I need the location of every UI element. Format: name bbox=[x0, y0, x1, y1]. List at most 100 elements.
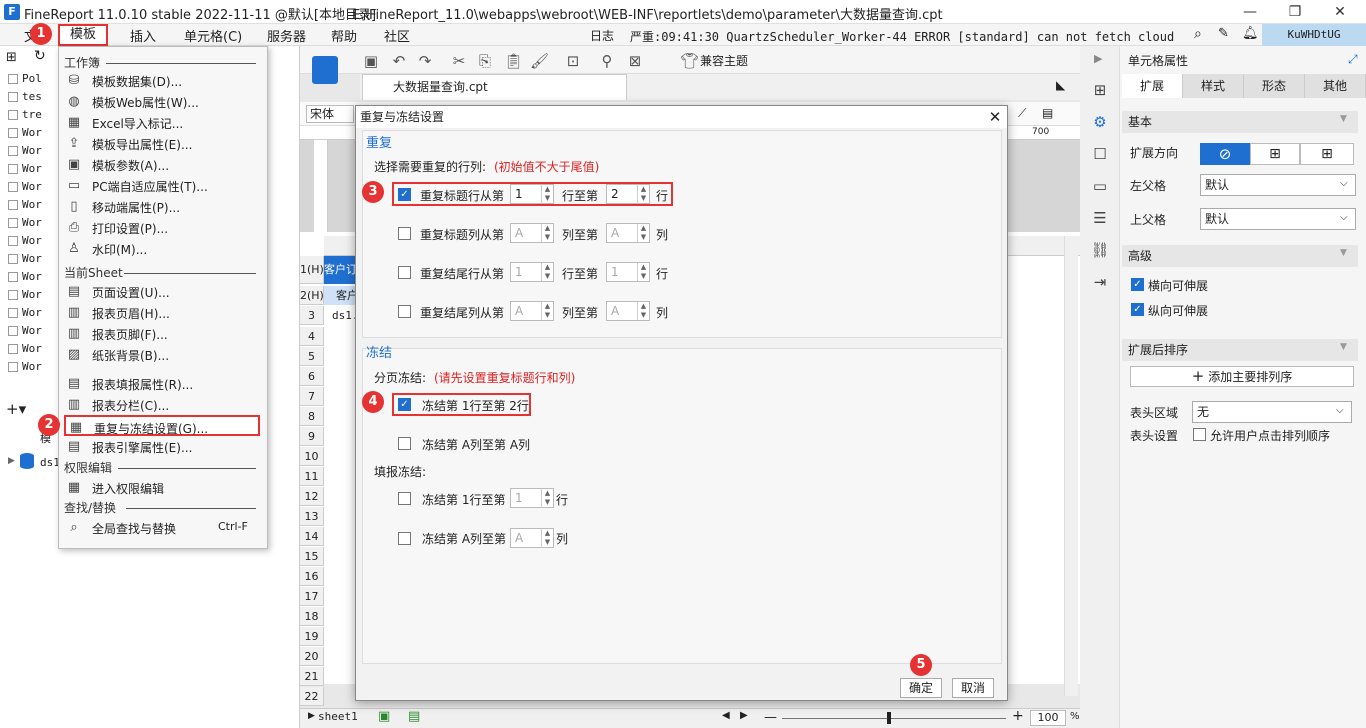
h-expand-checkbox[interactable]: ✓ bbox=[1131, 278, 1144, 291]
tree-item[interactable]: Wor bbox=[22, 234, 42, 247]
row-header[interactable]: 19 bbox=[300, 627, 324, 646]
tree-item[interactable]: Pol bbox=[22, 72, 42, 85]
cut-icon[interactable]: ✂ bbox=[450, 52, 468, 70]
font-name-select[interactable]: 宋体 bbox=[306, 105, 354, 123]
maximize-button[interactable]: ❐ bbox=[1275, 2, 1315, 22]
menu-item-sheet-7[interactable]: ▤ 报表引擎属性(E)... bbox=[64, 436, 260, 457]
menu-item-permission-edit[interactable]: ▦ 进入权限编辑 bbox=[64, 477, 260, 498]
dialog-close-icon[interactable]: ✕ bbox=[985, 107, 1005, 127]
tree-item[interactable]: tes bbox=[22, 90, 42, 103]
tree-item[interactable]: tre bbox=[22, 108, 42, 121]
freeze-col-checkbox[interactable] bbox=[398, 437, 411, 450]
cell-a2[interactable]: 客户 bbox=[324, 286, 358, 305]
menu-insert[interactable]: 插入 bbox=[130, 26, 156, 45]
repeat-from-input-0[interactable]: 1 ▲ ▼ bbox=[510, 184, 554, 204]
menu-item-workbook-8[interactable]: ♙ 水印(M)... bbox=[64, 238, 260, 259]
theme-icon[interactable]: 👕︎ bbox=[680, 52, 699, 70]
redo-icon[interactable]: ↷ bbox=[416, 52, 434, 70]
menu-item-sheet-4[interactable]: ▤ 报表填报属性(R)... bbox=[64, 373, 260, 394]
section-advanced[interactable]: 高级 bbox=[1122, 245, 1358, 267]
spinner-arrows-icon[interactable]: ▲ ▼ bbox=[541, 263, 553, 281]
repeat-from-input-2[interactable]: 1 ▲ ▼ bbox=[510, 262, 554, 282]
repeat-to-input-0[interactable]: 2 ▲ ▼ bbox=[606, 184, 650, 204]
menu-item-sheet-0[interactable]: ▤ 页面设置(U)... bbox=[64, 281, 260, 302]
repeat-checkbox-2[interactable] bbox=[398, 266, 411, 279]
cell-a3[interactable]: ds1. bbox=[324, 306, 358, 325]
zoom-slider[interactable] bbox=[782, 718, 1006, 719]
row-header[interactable]: 14 bbox=[300, 527, 324, 546]
menu-item-workbook-0[interactable]: ⛁ 模板数据集(D)... bbox=[64, 70, 260, 91]
left-parent-select[interactable]: 默认 bbox=[1200, 174, 1356, 196]
row-header[interactable]: 20 bbox=[300, 647, 324, 666]
minimize-button[interactable]: — bbox=[1230, 2, 1270, 22]
menu-item-sheet-6[interactable]: ▦ 重复与冻结设置(G)... bbox=[64, 415, 260, 436]
strike-icon[interactable]: ⟋ bbox=[1018, 106, 1026, 121]
spinner-arrows-icon[interactable]: ▲ ▼ bbox=[541, 185, 553, 203]
row-header[interactable]: 13 bbox=[300, 507, 324, 526]
tree-item[interactable]: Wor bbox=[22, 162, 42, 175]
fill-freeze-row-checkbox[interactable] bbox=[398, 492, 411, 505]
spinner-arrows-icon[interactable]: ▲ ▼ bbox=[541, 489, 553, 507]
zoom-value[interactable]: 100 bbox=[1030, 710, 1066, 726]
repeat-to-input-3[interactable]: A ▲ ▼ bbox=[606, 301, 650, 321]
bug-icon[interactable]: ⚲ bbox=[598, 52, 616, 70]
format-painter-icon[interactable]: 🖌︎ bbox=[530, 52, 549, 70]
menu-cell[interactable]: 单元格(C) bbox=[184, 26, 242, 45]
zoom-out-icon[interactable]: — bbox=[764, 710, 777, 725]
repeat-checkbox-0[interactable]: ✓ bbox=[398, 188, 411, 201]
row-header[interactable]: 9 bbox=[300, 427, 324, 446]
sheet-tab[interactable]: sheet1 bbox=[318, 710, 358, 723]
collapse-icon[interactable]: ▼ bbox=[1340, 114, 1347, 124]
user-account[interactable]: KuWHDtUG bbox=[1262, 24, 1366, 46]
menu-item-find-replace[interactable]: ⌕ 全局查找与替换 Ctrl-F bbox=[64, 517, 260, 538]
menu-item-sheet-5[interactable]: ▥ 报表分栏(C)... bbox=[64, 394, 260, 415]
row-header[interactable]: 2(H) bbox=[300, 286, 324, 305]
datasource-ds1[interactable]: ds1 bbox=[40, 456, 60, 469]
tab-other[interactable]: 其他 bbox=[1305, 74, 1366, 98]
ok-button[interactable]: 确定 bbox=[900, 678, 942, 698]
collapse-icon[interactable]: ▼ bbox=[1340, 248, 1347, 258]
row-header[interactable]: 1(H) bbox=[300, 256, 324, 284]
undo-icon[interactable]: ↶ bbox=[390, 52, 408, 70]
expand-arrow-icon[interactable]: ▶ bbox=[8, 456, 15, 466]
spinner-arrows-icon[interactable]: ▲ ▼ bbox=[637, 302, 649, 320]
repeat-to-input-1[interactable]: A ▲ ▼ bbox=[606, 223, 650, 243]
row-header[interactable]: 5 bbox=[300, 347, 324, 366]
tab-form[interactable]: 形态 bbox=[1244, 74, 1305, 98]
refresh-icon[interactable]: ↻ bbox=[34, 48, 46, 64]
scroll-left-icon[interactable]: ◀ bbox=[722, 710, 730, 721]
top-parent-select[interactable]: 默认 bbox=[1200, 208, 1356, 230]
v-expand-checkbox[interactable]: ✓ bbox=[1131, 303, 1144, 316]
cancel-button[interactable]: 取消 bbox=[952, 678, 994, 698]
edit-icon[interactable]: ✎ bbox=[1218, 26, 1229, 41]
preview-icon[interactable]: ⊡ bbox=[564, 52, 582, 70]
save-icon[interactable]: ▣ bbox=[362, 52, 380, 70]
widget-icon[interactable]: ▭ bbox=[1090, 176, 1110, 196]
row-header[interactable]: 11 bbox=[300, 467, 324, 486]
tree-item[interactable]: Wor bbox=[22, 252, 42, 265]
spinner-arrows-icon[interactable]: ▲ ▼ bbox=[637, 263, 649, 281]
menu-item-sheet-2[interactable]: ▥ 报表页脚(F)... bbox=[64, 323, 260, 344]
menu-item-workbook-7[interactable]: ⎙ 打印设置(P)... bbox=[64, 217, 260, 238]
tree-item[interactable]: Wor bbox=[22, 270, 42, 283]
no-expand-button[interactable]: ⊘ bbox=[1200, 143, 1250, 165]
scroll-right-icon[interactable]: ▶ bbox=[740, 710, 748, 721]
tree-item[interactable]: Wor bbox=[22, 126, 42, 139]
fill-freeze-col-input[interactable]: A ▲ ▼ bbox=[510, 528, 554, 548]
row-header[interactable]: 3 bbox=[300, 306, 324, 325]
repeat-from-input-1[interactable]: A ▲ ▼ bbox=[510, 223, 554, 243]
close-button[interactable]: ✕ bbox=[1320, 2, 1360, 22]
spinner-arrows-icon[interactable]: ▲ ▼ bbox=[541, 529, 553, 547]
row-header[interactable]: 17 bbox=[300, 587, 324, 606]
collapse-icon[interactable]: ▼ bbox=[1340, 342, 1347, 352]
menu-help[interactable]: 帮助 bbox=[331, 26, 357, 45]
add-dataset-icon[interactable]: +▾ bbox=[6, 400, 26, 418]
add-sort-button[interactable]: + 添加主要排列序 bbox=[1130, 366, 1354, 387]
menu-item-sheet-3[interactable]: ▨ 纸张背景(B)... bbox=[64, 344, 260, 365]
repeat-checkbox-1[interactable] bbox=[398, 227, 411, 240]
row-header[interactable]: 16 bbox=[300, 567, 324, 586]
row-header[interactable]: 21 bbox=[300, 667, 324, 686]
repeat-to-input-2[interactable]: 1 ▲ ▼ bbox=[606, 262, 650, 282]
fill-freeze-row-input[interactable]: 1 ▲ ▼ bbox=[510, 488, 554, 508]
add-sheet-icon[interactable]: ▣ bbox=[378, 709, 390, 724]
